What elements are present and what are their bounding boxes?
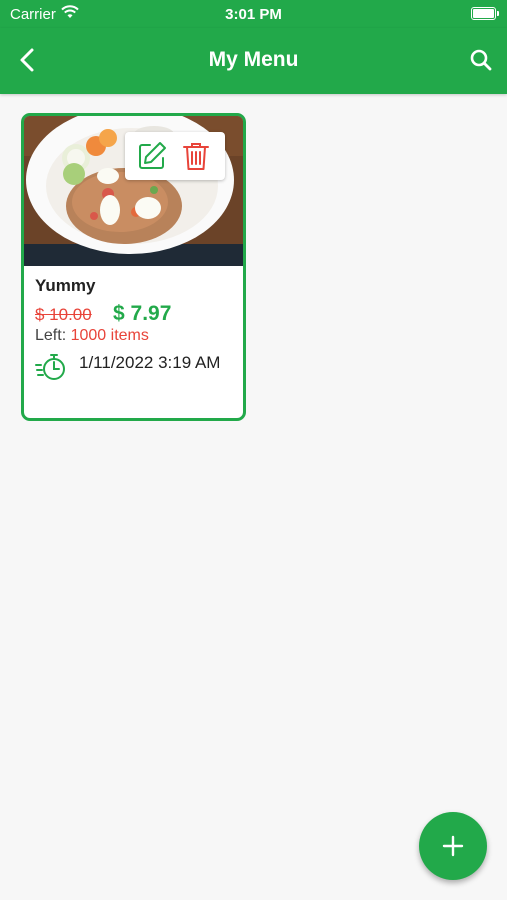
add-item-button[interactable]: [419, 812, 487, 880]
card-actions: [125, 132, 225, 180]
search-button[interactable]: [465, 44, 497, 76]
status-bar: Carrier 3:01 PM: [0, 0, 507, 28]
sale-price: $ 7.97: [113, 302, 172, 325]
stock-row: Left: 1000 items: [35, 327, 149, 345]
stock-label: Left:: [35, 327, 67, 344]
nav-bar: My Menu: [0, 28, 507, 94]
item-name: Yummy: [35, 276, 96, 295]
original-price: $ 10.00: [35, 305, 92, 324]
page-title: My Menu: [208, 48, 299, 71]
status-time: 3:01 PM: [225, 6, 282, 23]
plus-icon: [442, 835, 464, 857]
date-time: 1/11/2022 3:19 AM: [79, 353, 221, 372]
edit-button[interactable]: [136, 140, 168, 172]
stopwatch-icon: [35, 354, 65, 380]
edit-icon: [139, 142, 166, 169]
delete-button[interactable]: [180, 140, 212, 172]
search-icon: [470, 49, 492, 71]
trash-icon: [183, 143, 209, 170]
menu-item-card[interactable]: Yummy $ 10.00 $ 7.97 Left: 1000 items 1/…: [21, 113, 246, 421]
stock-value: 1000 items: [70, 327, 149, 344]
battery-icon: [471, 7, 499, 20]
